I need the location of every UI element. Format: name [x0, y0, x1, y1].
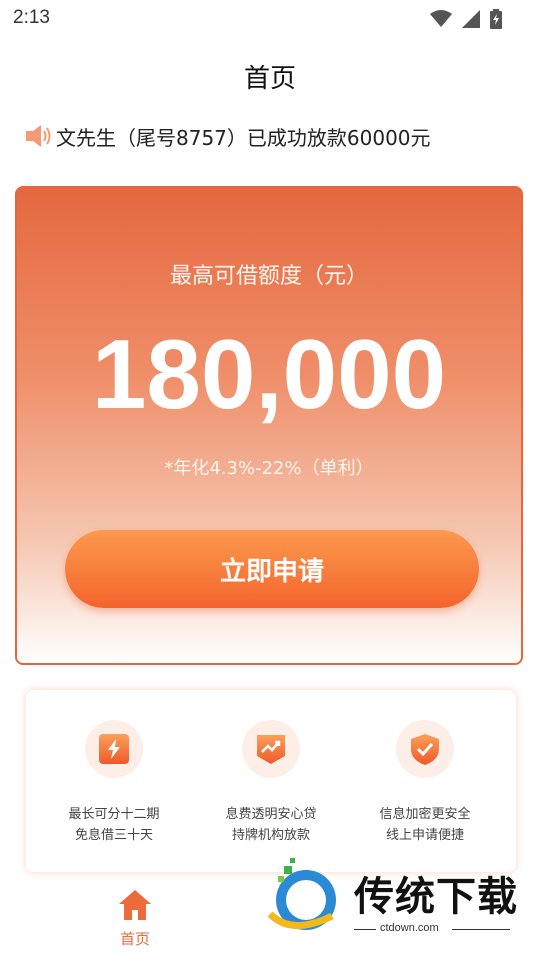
watermark-url: ctdown.com [380, 922, 439, 934]
features-card: 最长可分十二期 免息借三十天 息费透明安心贷 持牌机构放款 信息加密更安全 线上… [26, 690, 516, 872]
feature-line-1: 信息加密更安全 [379, 807, 471, 822]
home-icon [119, 890, 151, 920]
nav-home-tab[interactable]: 首页 [110, 888, 160, 949]
feature-line-2: 持牌机构放款 [231, 828, 310, 843]
battery-icon [490, 9, 502, 29]
shield-check-icon [411, 734, 439, 765]
apply-now-button[interactable]: 立即申请 [65, 530, 479, 608]
feature-icon-bg [396, 720, 454, 778]
notice-text: 文先生（尾号8757）已成功放款60000元 [56, 125, 431, 150]
feature-installments: 最长可分十二期 免息借三十天 [39, 720, 189, 846]
feature-icon-bg [242, 720, 300, 778]
feature-line-1: 息费透明安心贷 [225, 807, 317, 822]
watermark-text: 传统下载 [354, 874, 518, 920]
watermark-emblem-icon [267, 858, 336, 930]
watermark-divider [452, 929, 510, 930]
wifi-icon [430, 10, 452, 27]
nav-home-label: 首页 [119, 930, 150, 948]
loan-card: 最高可借额度（元） 180,000 *年化4.3%-22%（单利） 立即申请 [15, 186, 523, 665]
lightning-icon [99, 734, 129, 764]
feature-line-2: 免息借三十天 [74, 828, 153, 843]
feature-line-1: 最长可分十二期 [68, 807, 160, 822]
feature-secure: 信息加密更安全 线上申请便捷 [350, 720, 500, 846]
credit-limit-amount: 180,000 [91, 319, 447, 429]
trend-chart-icon [257, 735, 285, 764]
status-bar: 2:13 [0, 0, 540, 36]
notice-bar: 文先生（尾号8757）已成功放款60000元 [24, 121, 431, 151]
annual-rate-text: *年化4.3%-22%（单利） [164, 458, 374, 479]
page-title: 首页 [243, 64, 296, 94]
feature-icon-bg [85, 720, 143, 778]
status-icons [430, 9, 502, 29]
watermark-logo: 传统下载 ctdown.com [262, 856, 532, 940]
credit-limit-label: 最高可借额度（元） [169, 264, 368, 289]
watermark-divider [354, 929, 376, 930]
feature-transparent-fees: 息费透明安心贷 持牌机构放款 [196, 720, 346, 846]
speaker-icon [26, 125, 51, 147]
feature-line-2: 线上申请便捷 [385, 828, 464, 843]
signal-icon [462, 10, 480, 28]
status-time: 2:13 [13, 7, 50, 28]
